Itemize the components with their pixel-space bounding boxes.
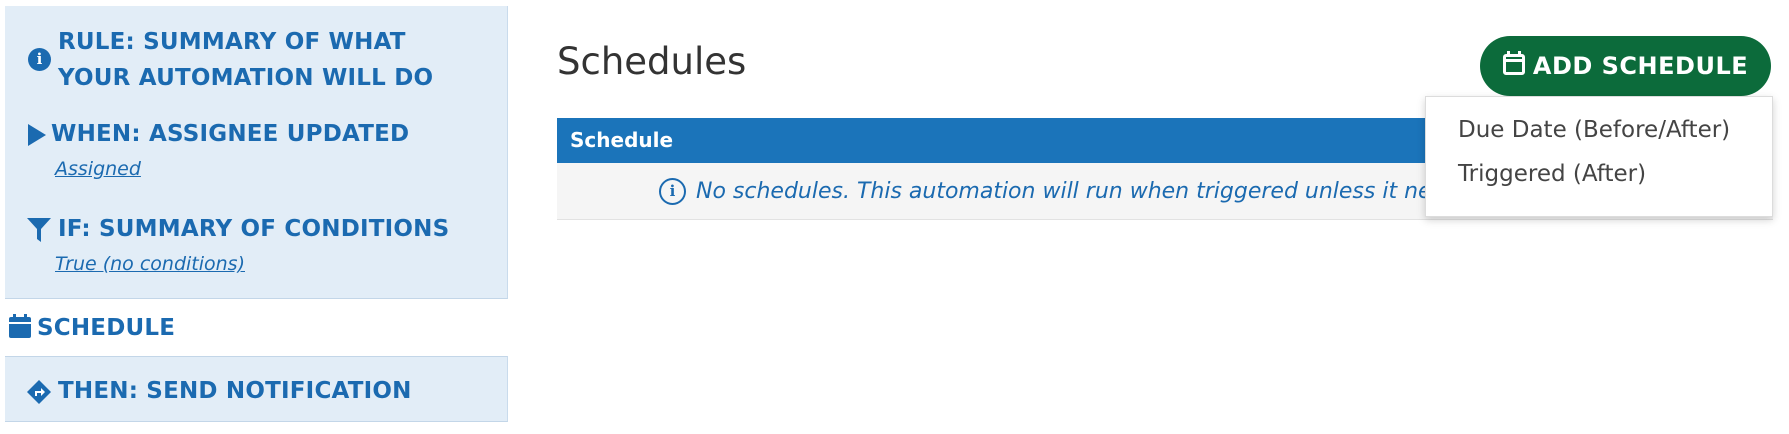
sidebar-item-rule[interactable]: i RULE: SUMMARY OF WHAT YOUR AUTOMATION … xyxy=(28,24,433,96)
when-trigger-link[interactable]: Assigned xyxy=(55,158,141,180)
sidebar-item-then[interactable]: THEN: SEND NOTIFICATION xyxy=(27,373,412,409)
schedule-title: SCHEDULE xyxy=(37,315,176,341)
calendar-icon xyxy=(9,314,31,342)
dropdown-item-triggered[interactable]: Triggered (After) xyxy=(1458,161,1646,187)
filter-icon xyxy=(27,218,51,246)
when-title: WHEN: ASSIGNEE UPDATED xyxy=(51,121,410,147)
dropdown-item-due-date[interactable]: Due Date (Before/After) xyxy=(1458,117,1730,143)
add-schedule-button[interactable]: ADD SCHEDULE xyxy=(1480,36,1771,96)
automation-steps-sidebar: i RULE: SUMMARY OF WHAT YOUR AUTOMATION … xyxy=(0,0,508,434)
page-title: Schedules xyxy=(557,40,747,83)
sidebar-item-if[interactable]: IF: SUMMARY OF CONDITIONS xyxy=(27,211,449,247)
empty-message-text: No schedules. This automation will run w… xyxy=(696,178,1446,204)
info-circle-icon: i xyxy=(28,48,51,71)
directions-icon xyxy=(27,380,51,408)
rule-title-line2: YOUR AUTOMATION WILL DO xyxy=(58,65,434,91)
play-icon xyxy=(28,124,46,150)
then-title: THEN: SEND NOTIFICATION xyxy=(58,378,412,404)
if-conditions-link[interactable]: True (no conditions) xyxy=(55,253,245,275)
sidebar-item-schedule[interactable]: SCHEDULE xyxy=(0,300,508,356)
calendar-outline-icon xyxy=(1502,51,1525,81)
add-schedule-label: ADD SCHEDULE xyxy=(1532,52,1749,80)
sidebar-item-when[interactable]: WHEN: ASSIGNEE UPDATED xyxy=(28,116,409,152)
empty-message: i No schedules. This automation will run… xyxy=(659,177,1446,205)
rule-title: RULE: SUMMARY OF WHAT YOUR AUTOMATION WI… xyxy=(58,24,433,96)
schedule-type-dropdown: Due Date (Before/After) Triggered (After… xyxy=(1425,96,1773,217)
if-title: IF: SUMMARY OF CONDITIONS xyxy=(58,216,450,242)
rule-title-line1: RULE: SUMMARY OF WHAT xyxy=(58,29,406,55)
info-outline-icon: i xyxy=(659,177,686,205)
